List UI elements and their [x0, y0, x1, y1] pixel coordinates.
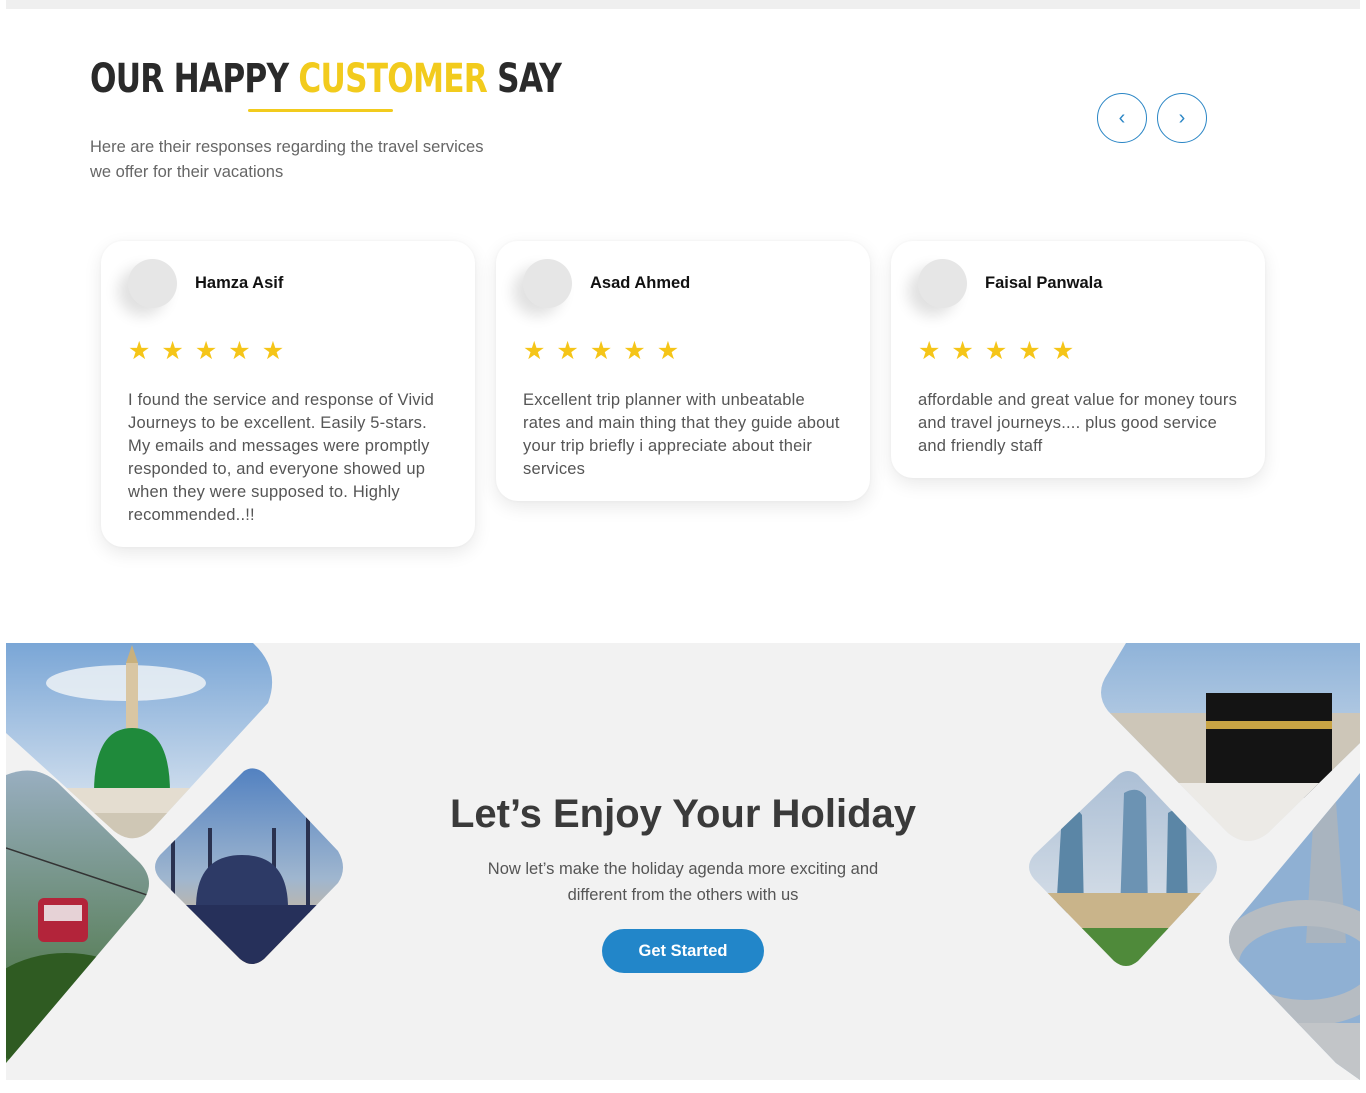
get-started-button[interactable]: Get Started: [602, 929, 764, 973]
star-icon: ★: [556, 336, 579, 365]
star-icon: ★: [161, 336, 184, 365]
star-icon: ★: [984, 336, 1008, 365]
review-card-header: Asad Ahmed: [523, 258, 844, 308]
reviewer-name: Faisal Panwala: [985, 273, 1103, 292]
star-rating: ★ ★ ★ ★ ★: [128, 338, 449, 364]
star-rating: ★ ★ ★ ★ ★: [523, 338, 844, 364]
banner-subtitle: Now let’s make the holiday agenda more e…: [487, 860, 879, 904]
star-icon: ★: [1018, 336, 1041, 365]
carousel-next-button[interactable]: ›: [1157, 93, 1207, 143]
star-icon: ★: [128, 336, 151, 365]
section-subtitle: Here are their responses regarding the t…: [90, 138, 484, 181]
review-text: I found the service and response of Vivi…: [128, 391, 434, 524]
star-rating: ★ ★ ★ ★ ★: [918, 338, 1239, 364]
chevron-left-icon: ‹: [1118, 106, 1126, 129]
review-card-header: Faisal Panwala: [918, 258, 1239, 308]
avatar: [523, 258, 572, 308]
avatar: [918, 258, 967, 308]
chevron-right-icon: ›: [1178, 106, 1186, 129]
title-part-1: OUR HAPPY: [90, 56, 299, 102]
review-card-header: Hamza Asif: [128, 258, 449, 308]
carousel-prev-button[interactable]: ‹: [1097, 93, 1147, 143]
destination-photo-collage-right: [1029, 643, 1360, 1080]
top-strip: [6, 0, 1360, 9]
star-icon: ★: [951, 336, 974, 365]
holiday-banner: Let’s Enjoy Your Holiday Now let’s make …: [6, 643, 1360, 1080]
star-icon: ★: [656, 336, 680, 365]
star-icon: ★: [523, 336, 546, 365]
review-text: affordable and great value for money tou…: [918, 391, 1238, 455]
section-title: OUR HAPPY CUSTOMER SAY: [90, 54, 562, 104]
star-icon: ★: [261, 336, 285, 365]
star-icon: ★: [228, 336, 251, 365]
title-part-2: SAY: [487, 56, 562, 102]
avatar: [128, 258, 177, 308]
star-icon: ★: [623, 336, 646, 365]
star-icon: ★: [1051, 336, 1075, 365]
star-icon: ★: [194, 336, 218, 365]
reviewer-name: Asad Ahmed: [590, 273, 691, 292]
destination-photo-collage-left: [6, 643, 343, 1063]
kaaba-photo: [1101, 643, 1360, 841]
review-text: Excellent trip planner with unbeatable r…: [523, 391, 840, 478]
reviewer-name: Hamza Asif: [195, 273, 284, 292]
review-card: Asad Ahmed ★ ★ ★ ★ ★ Excellent trip planner …: [496, 241, 870, 501]
title-accent: CUSTOMER: [298, 56, 488, 102]
star-icon: ★: [918, 336, 941, 365]
star-icon: ★: [589, 336, 613, 365]
review-card: Hamza Asif ★ ★ ★ ★ ★ I found the service and…: [101, 241, 475, 547]
review-card: Faisal Panwala ★ ★ ★ ★ ★ affordable and grea…: [891, 241, 1265, 478]
title-underline: [248, 109, 393, 112]
